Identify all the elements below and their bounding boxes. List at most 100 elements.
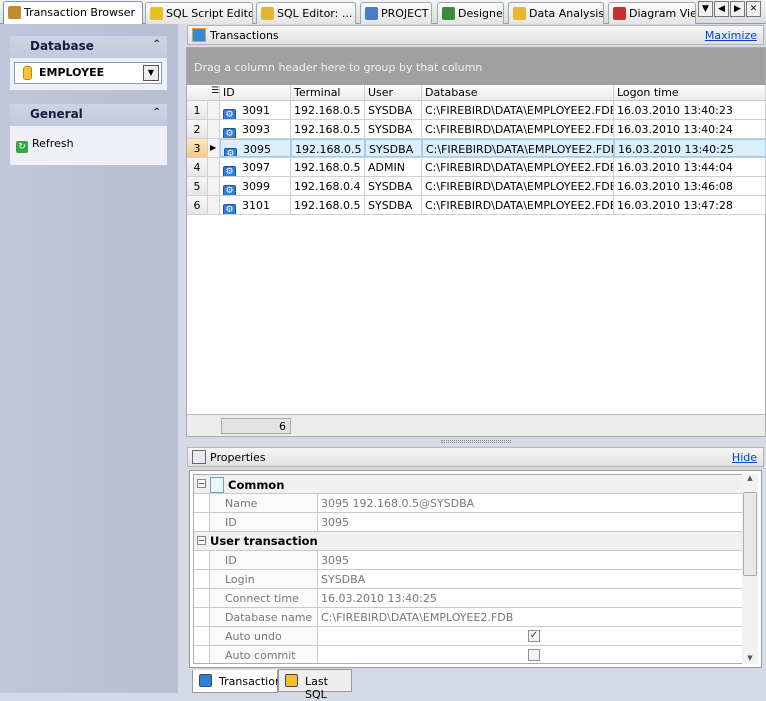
scrollbar-thumb[interactable] xyxy=(743,492,757,576)
property-value[interactable]: 3095 192.168.0.5@SYSDBA xyxy=(318,494,747,512)
property-category[interactable]: − User transaction xyxy=(194,532,747,551)
property-value[interactable]: 16.03.2010 13:40:25 xyxy=(318,589,747,607)
column-header-user[interactable]: User xyxy=(365,85,422,100)
column-header-logon[interactable]: Logon time xyxy=(614,85,766,100)
tab-project[interactable]: PROJECT xyxy=(360,2,432,24)
cell-database-text: C:\FIREBIRD\DATA\EMPLOYEE2.FDB xyxy=(425,123,614,136)
bottom-tab-last-sql[interactable]: Last SQL xyxy=(278,669,352,701)
cell-terminal: 192.168.0.5 xyxy=(291,139,365,157)
property-row[interactable]: ID 3095 xyxy=(194,551,747,570)
close-tab-button[interactable]: ✕ xyxy=(746,1,761,17)
properties-icon xyxy=(192,450,206,464)
property-row[interactable]: Name 3095 192.168.0.5@SYSDBA xyxy=(194,494,747,513)
cell-database-text: C:\FIREBIRD\DATA\EMPLOYEE2.FDB xyxy=(425,180,614,193)
collapse-minus-icon[interactable]: − xyxy=(197,536,206,545)
collapse-chevron-icon[interactable]: ⌃ xyxy=(153,107,161,118)
cell-user-text: SYSDBA xyxy=(369,143,414,156)
property-name: Connect time xyxy=(209,589,318,607)
property-value[interactable] xyxy=(318,646,747,663)
cell-database: C:\FIREBIRD\DATA\EMPLOYEE2.FDB xyxy=(422,158,614,176)
tab-sql-script-editor[interactable]: SQL Script Editor xyxy=(145,2,253,24)
property-value-text: C:\FIREBIRD\DATA\EMPLOYEE2.FDB xyxy=(321,611,514,624)
maximize-link[interactable]: Maximize xyxy=(705,29,757,42)
property-value-text: 3095 192.168.0.5@SYSDBA xyxy=(321,497,475,510)
refresh-button[interactable]: ↻ Refresh xyxy=(16,137,74,153)
tab-label: SQL Editor: ... xyxy=(277,7,353,20)
property-category[interactable]: − Common xyxy=(194,475,747,494)
collapse-chevron-icon[interactable]: ⌃ xyxy=(153,39,161,50)
property-scrollbar[interactable]: ▲ ▼ xyxy=(742,474,758,664)
group-by-panel: Drag a column header here to group by th… xyxy=(187,48,765,85)
transaction-icon: ⚙ xyxy=(223,109,236,119)
tab-designer[interactable]: Designer xyxy=(437,2,504,24)
property-value[interactable]: C:\FIREBIRD\DATA\EMPLOYEE2.FDB xyxy=(318,608,747,626)
cell-user: SYSDBA xyxy=(365,196,422,214)
column-header-database[interactable]: Database xyxy=(422,85,614,100)
cell-id-text: 3097 xyxy=(242,161,270,174)
transactions-title: Transactions xyxy=(210,29,279,42)
auto-undo-checkbox[interactable]: ✓ xyxy=(528,630,540,642)
cell-database: C:\FIREBIRD\DATA\EMPLOYEE2.FDB xyxy=(422,101,614,119)
table-row[interactable]: 1 ⚙ 3091 192.168.0.5 SYSDBA C:\FIREBIRD\DATA\… xyxy=(187,101,766,120)
refresh-label: Refresh xyxy=(32,137,74,150)
properties-header: Properties Hide xyxy=(187,447,764,467)
database-select[interactable]: EMPLOYEE ▼ xyxy=(14,62,162,84)
property-row[interactable]: Auto commit xyxy=(194,646,747,663)
property-row[interactable]: Auto undo ✓ xyxy=(194,627,747,646)
table-row[interactable]: 6 ⚙ 3101 192.168.0.5 SYSDBA C:\FIREBIRD\DATA\… xyxy=(187,196,766,215)
row-number: 4 xyxy=(187,158,208,176)
cell-user: ADMIN xyxy=(365,158,422,176)
table-row[interactable]: 3 ▶ ⚙ 3095 192.168.0.5 SYSDBA C:\FIREBIRD\DATA… xyxy=(187,139,766,158)
cell-logon-text: 16.03.2010 13:44:04 xyxy=(617,161,733,174)
property-value-text: 3095 xyxy=(321,554,349,567)
cell-id: ⚙ 3101 xyxy=(220,196,291,214)
property-value[interactable]: 3095 xyxy=(318,551,747,569)
auto-commit-checkbox[interactable] xyxy=(528,649,540,661)
dropdown-arrow-icon[interactable]: ▼ xyxy=(143,65,159,81)
table-row[interactable]: 5 ⚙ 3099 192.168.0.4 SYSDBA C:\FIREBIRD\DATA\… xyxy=(187,177,766,196)
tab-sql-editor[interactable]: SQL Editor: ... xyxy=(256,2,356,24)
tab-list-dropdown-button[interactable]: ▼ xyxy=(698,1,713,17)
tab-scroll-left-button[interactable]: ◀ xyxy=(714,1,729,17)
tab-diagram-viewer[interactable]: Diagram Viewer xyxy=(608,2,696,24)
property-row[interactable]: Login SYSDBA xyxy=(194,570,747,589)
column-chooser-icon[interactable]: ☰ xyxy=(208,85,220,100)
property-row[interactable]: Database name C:\FIREBIRD\DATA\EMPLOYEE2.… xyxy=(194,608,747,627)
table-row[interactable]: 2 ⚙ 3093 192.168.0.5 SYSDBA C:\FIREBIRD\DATA\… xyxy=(187,120,766,139)
diagram-icon xyxy=(613,7,626,20)
column-header-terminal[interactable]: Terminal xyxy=(291,85,365,100)
table-row[interactable]: 4 ⚙ 3097 192.168.0.5 ADMIN C:\FIREBIRD\DATA\E… xyxy=(187,158,766,177)
sidebar-splitter[interactable] xyxy=(178,24,186,693)
property-value[interactable]: 3095 xyxy=(318,513,747,531)
row-indicator xyxy=(208,177,220,195)
hide-link[interactable]: Hide xyxy=(732,451,757,464)
database-section-header[interactable]: Database ⌃ xyxy=(10,36,167,58)
property-value-text: 3095 xyxy=(321,516,349,529)
transaction-icon: ⚙ xyxy=(224,148,237,156)
property-value[interactable]: SYSDBA xyxy=(318,570,747,588)
property-value[interactable]: ✓ xyxy=(318,627,747,645)
property-row[interactable]: Connect time 16.03.2010 13:40:25 xyxy=(194,589,747,608)
tab-transaction-browser[interactable]: Transaction Browser xyxy=(3,1,143,24)
cell-terminal: 192.168.0.5 xyxy=(291,196,365,214)
tab-scroll-right-button[interactable]: ▶ xyxy=(730,1,745,17)
property-value-text: SYSDBA xyxy=(321,573,366,586)
bottom-tab-transaction[interactable]: Transaction xyxy=(192,670,282,693)
sql-editor-icon xyxy=(261,7,274,20)
cell-id-text: 3093 xyxy=(242,123,270,136)
cell-database: C:\FIREBIRD\DATA\EMPLOYEE2.FDB xyxy=(422,139,614,157)
panel-splitter[interactable] xyxy=(186,437,766,446)
properties-title: Properties xyxy=(210,451,266,464)
transaction-icon: ⚙ xyxy=(223,128,236,138)
collapse-minus-icon[interactable]: − xyxy=(197,479,206,488)
general-section-header[interactable]: General ⌃ xyxy=(10,104,167,126)
cell-logon-text: 16.03.2010 13:40:25 xyxy=(618,143,734,156)
cell-id-text: 3091 xyxy=(242,104,270,117)
cell-user-text: SYSDBA xyxy=(368,123,413,136)
bottom-tab-label: Last SQL xyxy=(305,675,328,701)
property-row[interactable]: ID 3095 xyxy=(194,513,747,532)
tab-data-analysis[interactable]: Data Analysis xyxy=(508,2,604,24)
cell-terminal-text: 192.168.0.5 xyxy=(294,161,361,174)
tab-label: SQL Script Editor xyxy=(166,7,253,20)
column-header-id[interactable]: ID xyxy=(220,85,291,100)
